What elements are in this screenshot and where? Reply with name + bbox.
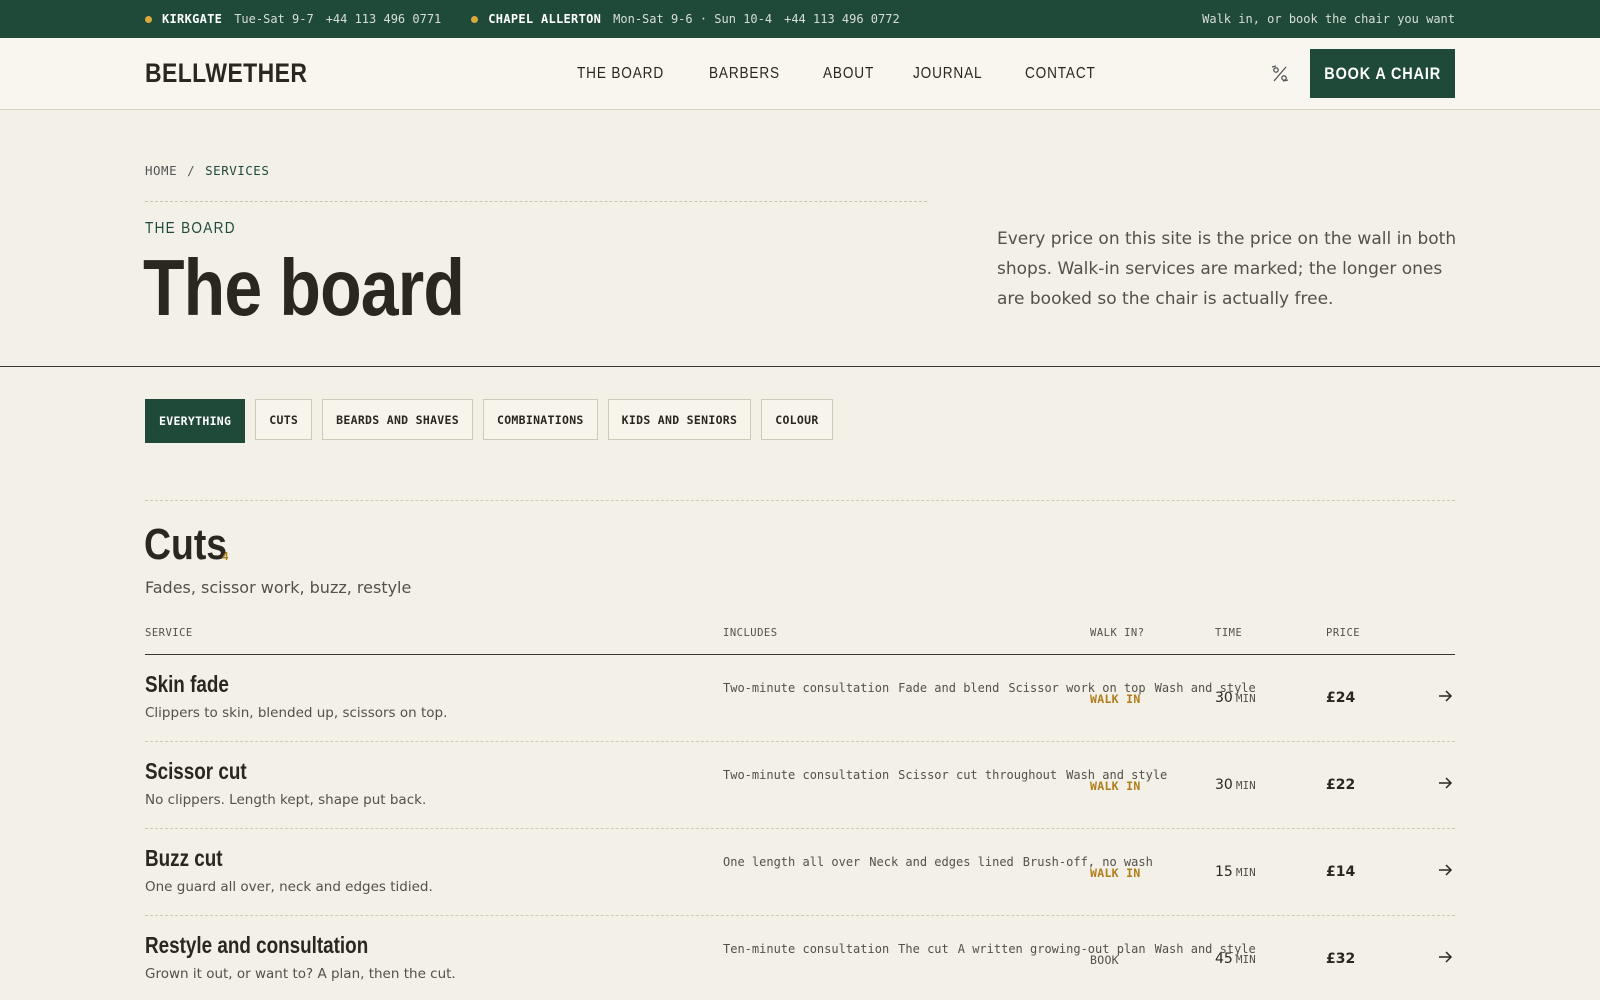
service-time: 30 MIN bbox=[1215, 777, 1256, 793]
service-description: One guard all over, neck and edges tidie… bbox=[145, 879, 433, 895]
time-unit: MIN bbox=[1235, 779, 1256, 792]
filter-colour[interactable]: COLOUR bbox=[761, 399, 833, 440]
service-time: 45 MIN bbox=[1215, 951, 1256, 967]
page-intro: Every price on this site is the price on… bbox=[997, 229, 1457, 309]
arrow-right-icon[interactable] bbox=[1437, 949, 1453, 969]
time-unit: MIN bbox=[1235, 866, 1256, 879]
location-phone[interactable]: +44 113 496 0771 bbox=[326, 12, 442, 26]
location-name: CHAPEL ALLERTON bbox=[488, 12, 602, 26]
table-row[interactable]: Skin fade Clippers to skin, blended up, s… bbox=[145, 655, 1455, 742]
filter-combinations[interactable]: COMBINATIONS bbox=[482, 399, 598, 440]
tagline: Walk in, or book the chair you want bbox=[1202, 12, 1455, 26]
service-name: Scissor cut bbox=[145, 758, 247, 784]
table-row[interactable]: Restyle and consultation Grown it out, or… bbox=[145, 916, 1455, 1000]
location-chapel-allerton: CHAPEL ALLERTON Mon-Sat 9-6 · Sun 10-4 +… bbox=[471, 12, 900, 26]
include-item: The cut bbox=[898, 942, 949, 956]
category-filters: EVERYTHING CUTS BEARDS AND SHAVES COMBIN… bbox=[145, 399, 843, 443]
service-name: Buzz cut bbox=[145, 845, 223, 871]
status-dot-icon bbox=[145, 15, 152, 23]
include-item: Two-minute consultation bbox=[723, 768, 890, 782]
location-name: KIRKGATE bbox=[162, 12, 223, 26]
book-a-chair-label: BOOK A CHAIR bbox=[1324, 63, 1441, 83]
filter-cuts[interactable]: CUTS bbox=[255, 399, 313, 440]
service-price: £24 bbox=[1326, 690, 1356, 706]
service-price: £32 bbox=[1326, 951, 1356, 967]
service-includes: Ten-minute consultation The cut A written … bbox=[723, 935, 1256, 964]
service-includes: Two-minute consultation Scissor cut throu… bbox=[723, 761, 1167, 790]
site-header: BELLWETHER THE BOARD BARBERS ABOUT JOURN… bbox=[0, 38, 1600, 110]
include-item: Fade and blend bbox=[898, 681, 1000, 695]
service-price: £14 bbox=[1326, 864, 1356, 880]
filter-beards-and-shaves[interactable]: BEARDS AND SHAVES bbox=[322, 399, 473, 440]
walk-in-status: BOOK bbox=[1090, 953, 1119, 967]
percent-icon[interactable] bbox=[1270, 64, 1290, 84]
location-hours: Mon-Sat 9-6 · Sun 10-4 bbox=[613, 12, 773, 26]
location-kirkgate: KIRKGATE Tue-Sat 9-7 +44 113 496 0771 bbox=[145, 12, 441, 26]
service-includes: One length all over Neck and edges lined B… bbox=[723, 848, 1153, 877]
walk-in-status: WALK IN bbox=[1090, 779, 1141, 793]
col-price: PRICE bbox=[1326, 627, 1361, 639]
section-title: Cuts bbox=[144, 520, 228, 569]
time-value: 30 bbox=[1215, 690, 1233, 706]
include-item: One length all over bbox=[723, 855, 861, 869]
service-time: 30 MIN bbox=[1215, 690, 1256, 706]
arrow-right-icon[interactable] bbox=[1437, 775, 1453, 795]
col-includes: INCLUDES bbox=[723, 627, 778, 639]
breadcrumb-home[interactable]: HOME bbox=[145, 163, 177, 178]
service-description: No clippers. Length kept, shape put back… bbox=[145, 792, 427, 808]
service-name: Restyle and consultation bbox=[145, 932, 369, 958]
location-phone[interactable]: +44 113 496 0772 bbox=[784, 12, 900, 26]
walk-in-status: WALK IN bbox=[1090, 692, 1141, 706]
location-hours: Tue-Sat 9-7 bbox=[234, 12, 314, 26]
service-description: Grown it out, or want to? A plan, then t… bbox=[145, 966, 456, 982]
filter-everything[interactable]: EVERYTHING bbox=[145, 399, 246, 443]
include-item: Scissor cut throughout bbox=[898, 768, 1058, 782]
arrow-right-icon[interactable] bbox=[1437, 688, 1453, 708]
divider bbox=[145, 201, 927, 202]
divider bbox=[145, 500, 1455, 501]
include-item: Two-minute consultation bbox=[723, 681, 890, 695]
breadcrumb-current: SERVICES bbox=[205, 163, 270, 178]
table-row[interactable]: Buzz cut One guard all over, neck and edg… bbox=[145, 829, 1455, 916]
nav-the-board[interactable]: THE BOARD bbox=[577, 65, 664, 83]
nav-contact[interactable]: CONTACT bbox=[1025, 65, 1096, 83]
table-row[interactable]: Scissor cut No clippers. Length kept, sha… bbox=[145, 742, 1455, 829]
time-unit: MIN bbox=[1235, 953, 1256, 966]
nav-about[interactable]: ABOUT bbox=[823, 65, 874, 83]
book-a-chair-button[interactable]: BOOK A CHAIR bbox=[1310, 49, 1455, 98]
service-price: £22 bbox=[1326, 777, 1356, 793]
divider bbox=[0, 366, 1600, 367]
filter-kids-and-seniors[interactable]: KIDS AND SENIORS bbox=[607, 399, 752, 440]
include-item: Ten-minute consultation bbox=[723, 942, 890, 956]
nav-barbers[interactable]: BARBERS bbox=[709, 65, 780, 83]
nav-journal[interactable]: JOURNAL bbox=[913, 65, 982, 83]
section-subtitle: Fades, scissor work, buzz, restyle bbox=[145, 578, 412, 597]
col-walk-in: WALK IN? bbox=[1090, 627, 1145, 639]
time-unit: MIN bbox=[1235, 692, 1256, 705]
section-count-badge: 4 bbox=[222, 550, 229, 563]
breadcrumb: HOME / SERVICES bbox=[145, 163, 269, 178]
top-info-bar: KIRKGATE Tue-Sat 9-7 +44 113 496 0771 CH… bbox=[0, 0, 1600, 38]
time-value: 45 bbox=[1215, 951, 1233, 967]
arrow-right-icon[interactable] bbox=[1437, 862, 1453, 882]
service-description: Clippers to skin, blended up, scissors o… bbox=[145, 705, 448, 721]
service-time: 15 MIN bbox=[1215, 864, 1256, 880]
main-nav: THE BOARD BARBERS ABOUT JOURNAL CONTACT bbox=[577, 38, 1138, 110]
table-header: SERVICE INCLUDES WALK IN? TIME PRICE bbox=[145, 627, 1455, 655]
include-item: Neck and edges lined bbox=[869, 855, 1014, 869]
time-value: 30 bbox=[1215, 777, 1233, 793]
status-dot-icon bbox=[471, 15, 479, 23]
page-eyebrow: THE BOARD bbox=[145, 220, 236, 237]
col-time: TIME bbox=[1215, 627, 1243, 639]
time-value: 15 bbox=[1215, 864, 1233, 880]
walk-in-status: WALK IN bbox=[1090, 866, 1141, 880]
service-name: Skin fade bbox=[145, 671, 229, 697]
col-service: SERVICE bbox=[145, 627, 193, 639]
service-includes: Two-minute consultation Fade and blend Sci… bbox=[723, 674, 1256, 703]
page-title: The board bbox=[143, 243, 465, 332]
breadcrumb-separator: / bbox=[187, 163, 196, 178]
site-logo[interactable]: BELLWETHER bbox=[145, 58, 307, 89]
